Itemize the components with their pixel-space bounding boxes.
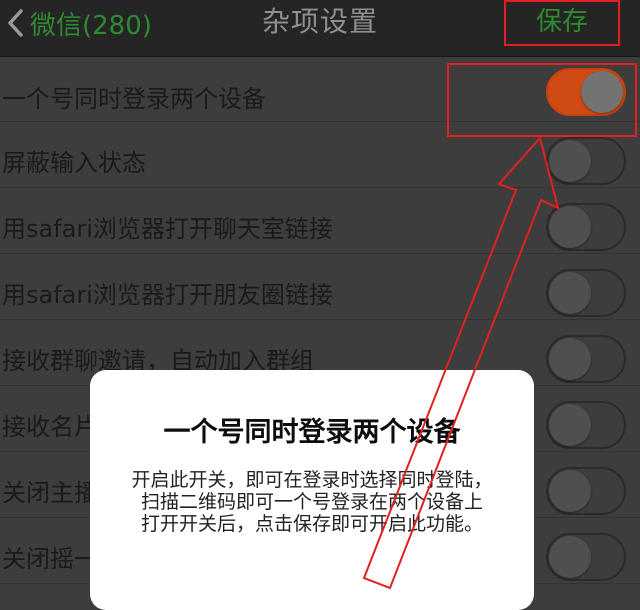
setting-label: 一个号同时登录两个设备 bbox=[2, 85, 266, 113]
popup-body: 开启此开关，即可在登录时选择同时登陆，扫描二维码即可一个号登录在两个设备上 打开… bbox=[127, 469, 497, 535]
setting-label: 屏蔽输入状态 bbox=[2, 149, 146, 177]
popup-title: 一个号同时登录两个设备 bbox=[163, 417, 461, 448]
toggle-knob bbox=[549, 536, 591, 578]
setting-label: 接收名片 bbox=[2, 413, 98, 441]
toggle-knob bbox=[549, 272, 591, 314]
toggle-knob bbox=[549, 470, 591, 512]
setting-label: 关闭主播 bbox=[2, 479, 98, 507]
popup-text-line: 打开开关后，点击保存即可开启此功能。 bbox=[140, 513, 483, 535]
safari-chatroom-toggle[interactable] bbox=[546, 203, 626, 251]
close-shake-toggle[interactable] bbox=[546, 533, 626, 581]
popup-text-line: 开启此开关，即可在登录时选择同时登陆，扫描二维码即可一个号登录在两个设备上 bbox=[131, 469, 493, 513]
close-host-toggle[interactable] bbox=[546, 467, 626, 515]
setting-row-dual-login: 一个号同时登录两个设备 bbox=[0, 56, 640, 122]
setting-label: 用safari浏览器打开朋友圈链接 bbox=[2, 281, 333, 309]
auto-join-group-toggle[interactable] bbox=[546, 335, 626, 383]
dual-login-toggle[interactable] bbox=[546, 68, 626, 116]
toggle-knob bbox=[549, 338, 591, 380]
safari-moments-toggle[interactable] bbox=[546, 269, 626, 317]
toggle-knob bbox=[549, 140, 591, 182]
setting-row-hide-typing: 屏蔽输入状态 bbox=[0, 122, 640, 188]
hide-typing-toggle[interactable] bbox=[546, 137, 626, 185]
navigation-bar: 微信(280) 杂项设置 保存 bbox=[0, 0, 640, 57]
setting-label: 用safari浏览器打开聊天室链接 bbox=[2, 215, 333, 243]
info-popup: 一个号同时登录两个设备 开启此开关，即可在登录时选择同时登陆，扫描二维码即可一个… bbox=[90, 370, 534, 610]
save-button[interactable]: 保存 bbox=[504, 0, 620, 46]
setting-row-safari-moments: 用safari浏览器打开朋友圈链接 bbox=[0, 254, 640, 320]
receive-card-toggle[interactable] bbox=[546, 401, 626, 449]
toggle-knob bbox=[581, 71, 623, 113]
toggle-knob bbox=[549, 404, 591, 446]
setting-row-safari-chatroom: 用safari浏览器打开聊天室链接 bbox=[0, 188, 640, 254]
toggle-knob bbox=[549, 206, 591, 248]
